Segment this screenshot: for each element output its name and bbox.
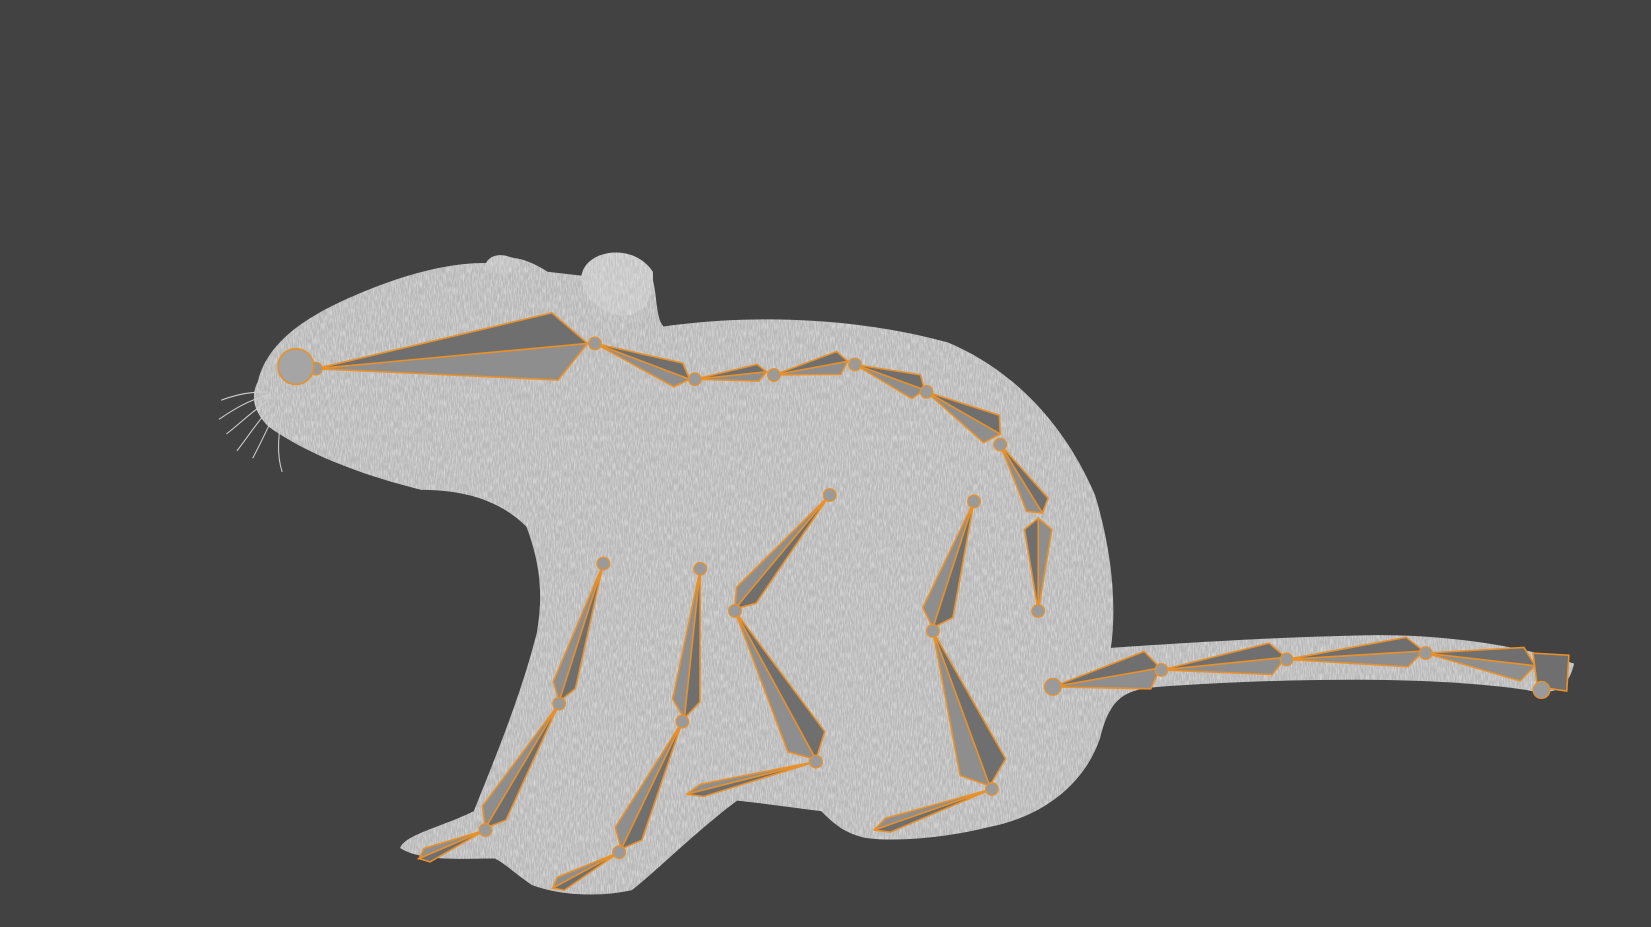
bone-joint[interactable] — [766, 368, 781, 382]
bone-joint[interactable] — [822, 488, 837, 503]
bone-joint[interactable] — [612, 845, 627, 860]
bone-joint[interactable] — [675, 714, 690, 729]
bone-joint[interactable] — [596, 556, 611, 571]
bone-joint[interactable] — [727, 604, 742, 618]
bone-joint[interactable] — [587, 336, 602, 351]
bone-joint[interactable] — [925, 624, 940, 638]
bone-joint[interactable] — [1279, 652, 1294, 667]
bone-joint[interactable] — [1418, 646, 1433, 661]
bone-joint[interactable] — [848, 357, 862, 372]
bone-joint[interactable] — [687, 372, 702, 387]
bone-joint[interactable] — [993, 437, 1008, 452]
bone-joint[interactable] — [984, 782, 999, 796]
bone-joint-tail-root[interactable] — [1043, 677, 1062, 696]
bone-joint[interactable] — [809, 754, 823, 769]
bone-joint[interactable] — [919, 384, 934, 399]
viewport-scene[interactable] — [0, 0, 1651, 927]
3d-viewport[interactable] — [0, 0, 1651, 927]
bone-joint[interactable] — [967, 494, 981, 509]
bone-joint[interactable] — [478, 823, 493, 838]
bone-tail-end[interactable] — [1532, 652, 1570, 700]
bone-joint[interactable] — [1031, 604, 1046, 618]
bone-joint[interactable] — [1154, 663, 1169, 677]
bone-joint[interactable] — [552, 696, 567, 711]
bone-joint-skull-tip[interactable] — [277, 347, 315, 386]
bone-joint[interactable] — [1532, 680, 1551, 700]
bone-joint[interactable] — [693, 561, 708, 576]
